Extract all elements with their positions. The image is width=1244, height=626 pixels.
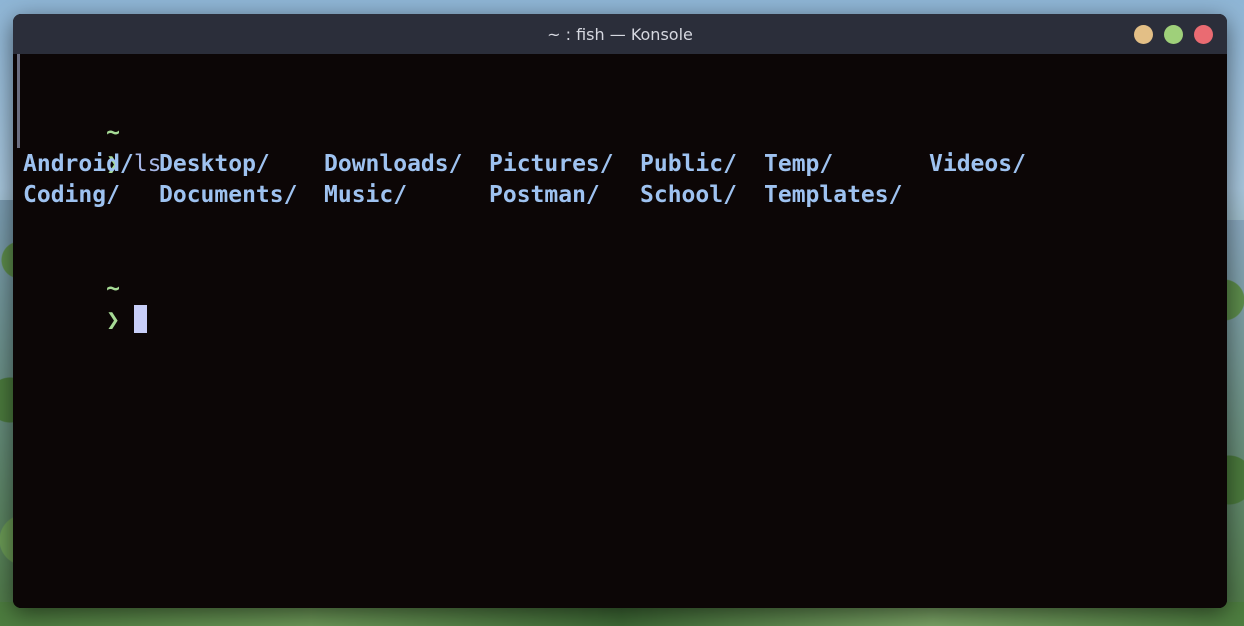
list-item: Pictures/ xyxy=(489,151,614,177)
list-item: Desktop/ xyxy=(159,151,270,177)
list-item: School/ xyxy=(640,182,737,208)
list-item: Postman/ xyxy=(489,182,600,208)
list-item: Coding/ xyxy=(23,182,120,208)
minimize-button[interactable] xyxy=(1134,25,1153,44)
scroll-marker xyxy=(17,54,20,148)
prompt-arrow: ❯ xyxy=(106,307,120,333)
list-item: Videos/ xyxy=(929,151,1026,177)
text-cursor xyxy=(133,305,147,333)
window-title: ~ : fish — Konsole xyxy=(547,24,693,44)
close-button[interactable] xyxy=(1194,25,1213,44)
list-item: Music/ xyxy=(324,182,408,208)
list-item: Public/ xyxy=(640,151,737,177)
list-item: Android/ xyxy=(23,151,134,177)
command-text: ls xyxy=(133,151,162,177)
konsole-window: ~ : fish — Konsole ~ ❯ ls Android/ Deskt… xyxy=(13,14,1227,608)
list-item: Downloads/ xyxy=(324,151,463,177)
window-titlebar[interactable]: ~ : fish — Konsole xyxy=(13,14,1227,54)
list-item: Documents/ xyxy=(159,182,298,208)
window-controls xyxy=(1134,25,1213,44)
command-line-2: ❯ xyxy=(23,274,147,367)
maximize-button[interactable] xyxy=(1164,25,1183,44)
terminal-area[interactable]: ~ ❯ ls Android/ Desktop/ Downloads/ Pict… xyxy=(13,54,1227,608)
list-item: Temp/ xyxy=(764,151,834,177)
list-item: Templates/ xyxy=(764,182,903,208)
